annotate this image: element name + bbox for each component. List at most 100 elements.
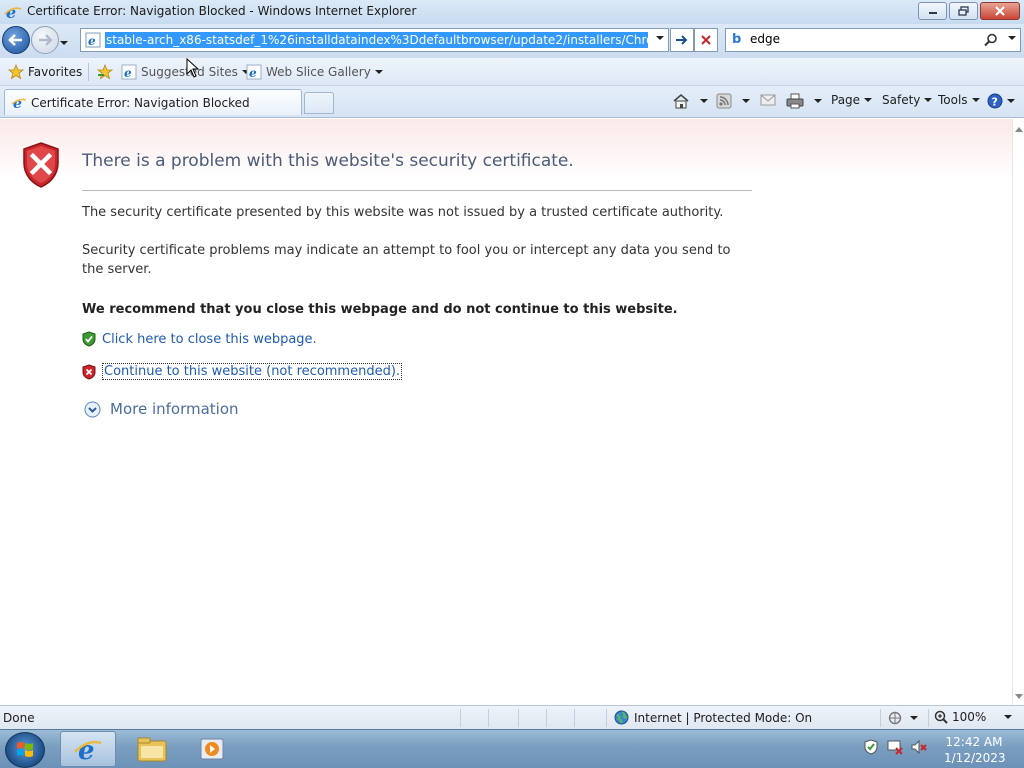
- more-information-toggle[interactable]: More information: [84, 400, 239, 418]
- web-slice-gallery-label: Web Slice Gallery: [266, 65, 371, 79]
- recommendation-text: We recommend that you close this webpage…: [82, 302, 678, 317]
- close-window-button[interactable]: [980, 2, 1020, 20]
- tools-menu-label: Tools: [938, 93, 968, 107]
- chevron-down-icon[interactable]: [656, 36, 664, 40]
- svg-text:?: ?: [992, 96, 998, 109]
- chevron-down-icon: [924, 98, 933, 102]
- close-webpage-link-text[interactable]: Click here to close this webpage.: [102, 332, 317, 347]
- go-arrow-icon: [676, 35, 688, 45]
- print-button[interactable]: [786, 93, 822, 109]
- search-input[interactable]: [750, 32, 980, 46]
- clock-date: 1/12/2023: [944, 751, 1006, 765]
- windows-logo-icon: [17, 742, 33, 757]
- stop-icon: [701, 35, 711, 45]
- address-bar[interactable]: e stable-arch_x86-statsdef_1%26installda…: [80, 28, 669, 52]
- folder-icon: [137, 737, 167, 762]
- scroll-down-icon[interactable]: [1015, 694, 1023, 699]
- printer-icon: [786, 93, 804, 109]
- settings-globe-icon: [888, 711, 902, 725]
- back-arrow-icon: [8, 34, 22, 46]
- favorites-button[interactable]: Favorites: [8, 64, 82, 80]
- taskbar-media-player[interactable]: [184, 731, 240, 767]
- status-text: Done: [3, 711, 35, 725]
- home-button[interactable]: [672, 93, 708, 109]
- popup-blocker-button[interactable]: [888, 711, 918, 725]
- security-zone-text: Internet | Protected Mode: On: [634, 710, 813, 725]
- stop-button[interactable]: [694, 28, 718, 52]
- security-zone[interactable]: Internet | Protected Mode: On: [614, 710, 812, 725]
- svg-text:e: e: [249, 66, 257, 80]
- zoom-icon: [934, 710, 948, 724]
- tab-certificate-error[interactable]: e Certificate Error: Navigation Blocked: [4, 89, 302, 115]
- vertical-scrollbar[interactable]: [1012, 119, 1024, 705]
- page-menu-label: Page: [831, 93, 861, 107]
- search-icon[interactable]: [984, 33, 998, 47]
- scroll-up-icon[interactable]: [1015, 127, 1023, 132]
- search-box[interactable]: b: [725, 28, 1021, 52]
- green-shield-check-icon: [82, 331, 96, 347]
- add-to-favorites-bar-button[interactable]: [96, 64, 114, 80]
- chevron-down-icon: [814, 99, 822, 103]
- tools-menu-button[interactable]: Tools: [938, 93, 980, 107]
- minimize-button[interactable]: [918, 2, 947, 20]
- url-text[interactable]: stable-arch_x86-statsdef_1%26installdata…: [105, 32, 648, 48]
- maximize-button[interactable]: [949, 2, 978, 20]
- new-tab-button[interactable]: [304, 92, 334, 114]
- home-icon: [673, 93, 689, 109]
- mail-icon: [760, 94, 776, 106]
- favorites-label: Favorites: [28, 65, 83, 79]
- action-center-icon[interactable]: [862, 738, 880, 756]
- svg-text:e: e: [124, 66, 132, 80]
- page-menu-button[interactable]: Page: [831, 93, 873, 107]
- page-content: There is a problem with this website's s…: [0, 119, 1012, 705]
- taskbar-internet-explorer[interactable]: e: [60, 731, 116, 767]
- chevron-down-icon: [910, 716, 918, 720]
- chevron-down-icon: [1004, 715, 1013, 719]
- internet-explorer-icon: e: [121, 64, 137, 80]
- forward-button[interactable]: [31, 26, 59, 54]
- expand-chevron-icon: [84, 401, 101, 417]
- clock-time: 12:42 AM: [945, 735, 1003, 749]
- more-information-label: More information: [110, 400, 239, 418]
- windows-taskbar: e 12:42 AM 1/12/2023: [0, 729, 1024, 768]
- chevron-down-icon: [700, 99, 708, 103]
- svg-text:e: e: [78, 736, 95, 764]
- zoom-level-text: 100%: [952, 710, 987, 724]
- red-shield-x-icon: [82, 363, 96, 380]
- go-button[interactable]: [670, 28, 694, 52]
- status-bar: Done Internet | Protected Mode: On 100%: [0, 705, 1024, 729]
- start-button[interactable]: [5, 732, 45, 768]
- read-mail-button[interactable]: [760, 93, 776, 107]
- internet-explorer-icon: e: [246, 64, 262, 80]
- back-button[interactable]: [2, 26, 30, 54]
- help-button[interactable]: ?: [987, 93, 1015, 109]
- web-slice-gallery-button[interactable]: e Web Slice Gallery: [246, 64, 383, 80]
- chevron-down-icon: [374, 70, 383, 74]
- zoom-level-button[interactable]: 100%: [934, 710, 1013, 724]
- tab-label: Certificate Error: Navigation Blocked: [31, 96, 250, 110]
- chevron-down-icon: [1007, 99, 1015, 103]
- mouse-cursor-icon: [186, 58, 200, 78]
- safety-menu-label: Safety: [882, 93, 921, 107]
- network-icon[interactable]: [886, 738, 904, 756]
- chevron-down-icon: [60, 41, 68, 45]
- safety-menu-button[interactable]: Safety: [882, 93, 933, 107]
- chevron-down-icon: [864, 98, 873, 102]
- chevron-down-icon[interactable]: [1008, 36, 1016, 40]
- page-title: There is a problem with this website's s…: [82, 151, 574, 171]
- divider: [82, 190, 752, 191]
- feeds-button[interactable]: [716, 93, 750, 109]
- recent-pages-dropdown[interactable]: [60, 34, 68, 48]
- restore-icon: [957, 6, 969, 16]
- volume-muted-icon[interactable]: [910, 738, 928, 756]
- clock[interactable]: 12:42 AM 1/12/2023: [944, 734, 1006, 766]
- page-icon: e: [85, 32, 101, 48]
- continue-to-website-link[interactable]: Continue to this website (not recommende…: [82, 363, 403, 380]
- continue-link-text[interactable]: Continue to this website (not recommende…: [102, 363, 403, 380]
- rss-feed-icon: [716, 93, 732, 109]
- favorites-bar: Favorites e Suggested Sites e Web Slice …: [0, 58, 1024, 86]
- taskbar-windows-explorer[interactable]: [124, 731, 180, 767]
- description-paragraph: The security certificate presented by th…: [82, 205, 724, 220]
- title-bar: e Certificate Error: Navigation Blocked …: [0, 0, 1024, 24]
- close-webpage-link[interactable]: Click here to close this webpage.: [82, 331, 317, 347]
